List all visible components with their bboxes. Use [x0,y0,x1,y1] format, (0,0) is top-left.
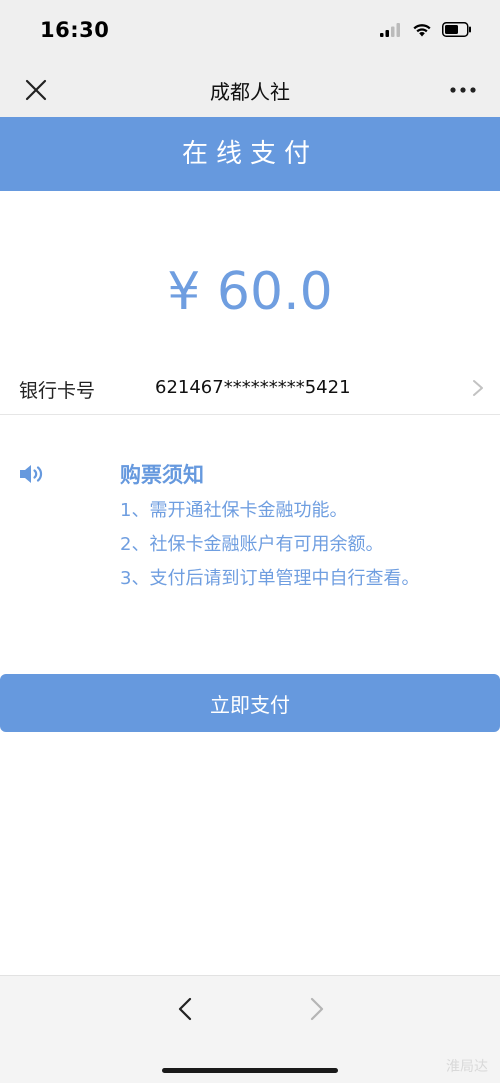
payment-amount: ¥ 60.0 [167,262,333,322]
pay-now-button[interactable]: 立即支付 [0,674,500,732]
status-time: 16:30 [40,18,110,42]
notice-line-2: 2、社保卡金融账户有可用余额。 [120,534,384,555]
chevron-right-icon [473,380,483,396]
notice-title: 购票须知 [120,463,204,487]
signal-icon [380,22,400,37]
status-bar: 16:30 [0,0,500,62]
nav-title: 成都人社 [210,80,290,104]
status-icons [380,22,472,37]
notice-line-3: 3、支付后请到订单管理中自行查看。 [120,568,420,589]
more-icon[interactable] [448,76,478,104]
battery-icon [442,22,471,37]
page-banner: 在线支付 [0,117,500,191]
banner-title: 在线支付 [181,139,318,169]
bank-card-label: 银行卡号 [19,380,96,402]
bank-card-number: 621467*********5421 [155,377,351,398]
watermark: 淮局达 [446,1059,488,1075]
notice-line-1: 1、需开通社保卡金融功能。 [120,500,348,521]
bottom-toolbar [0,975,500,1083]
nav-bar: 成都人社 [0,62,500,117]
forward-arrow-icon[interactable] [304,996,328,1022]
speaker-icon [20,465,43,483]
bank-card-row[interactable]: 银行卡号 621467*********5421 [0,362,500,415]
back-arrow-icon[interactable] [174,996,198,1022]
home-indicator [162,1068,338,1073]
wifi-icon [413,24,431,37]
